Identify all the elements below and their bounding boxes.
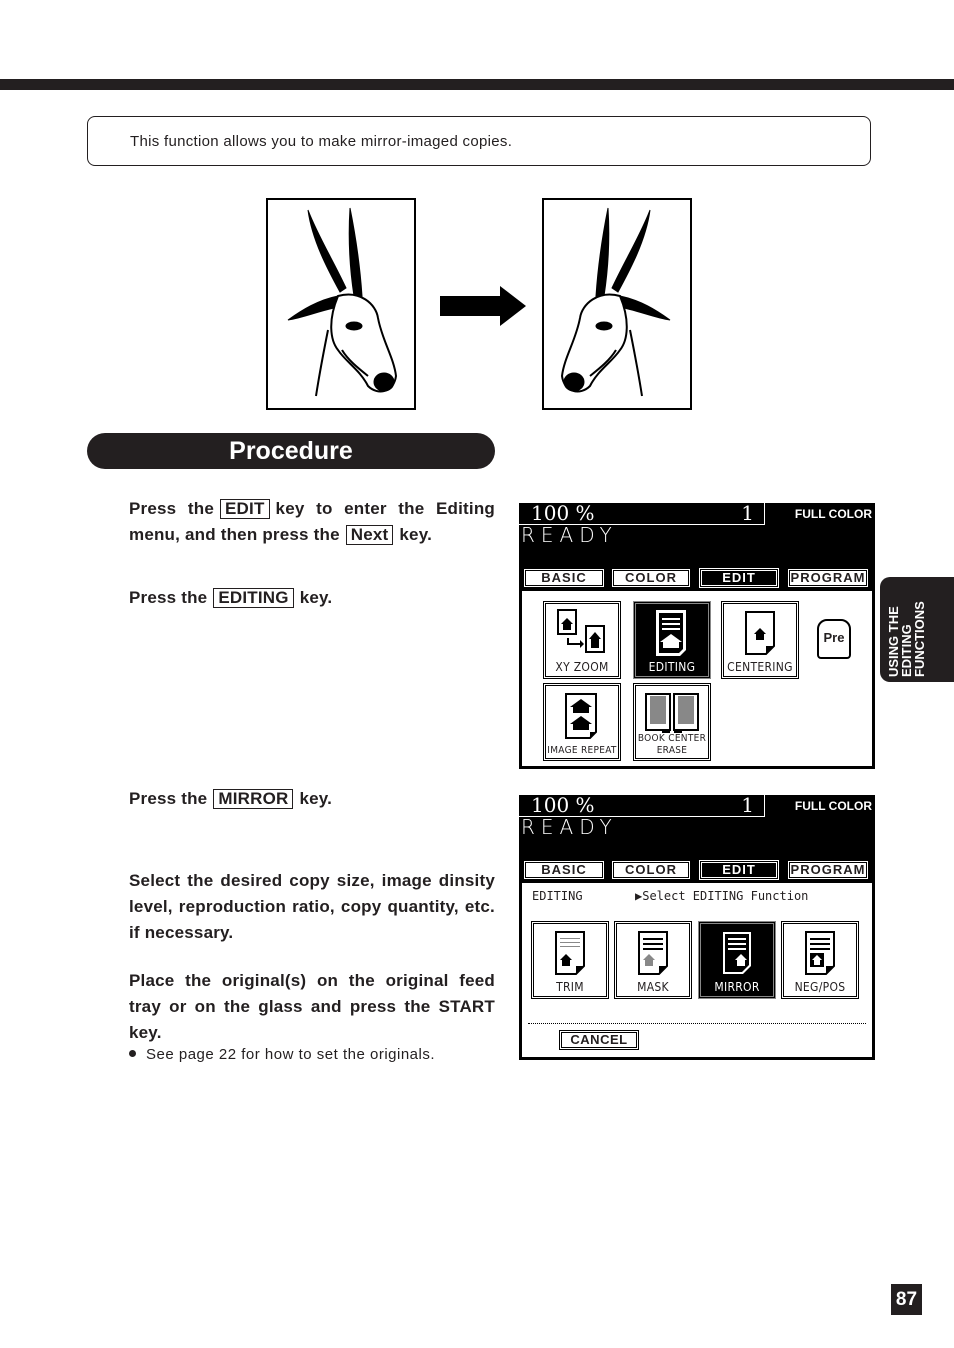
trim-button[interactable]: TRIM <box>531 921 609 999</box>
color-mode: FULL COLOR <box>794 799 872 813</box>
panel-tabs: BASIC COLOR EDIT PROGRAM <box>519 565 875 591</box>
section-label: EDITING <box>532 889 583 903</box>
prompt-text: ▶Select EDITING Function <box>635 889 809 903</box>
original-image <box>266 198 416 410</box>
header-rule <box>0 79 954 90</box>
tab-program[interactable]: PROGRAM <box>787 568 869 588</box>
quantity-display: 1 <box>741 501 754 525</box>
tab-basic[interactable]: BASIC <box>523 568 605 588</box>
panel-header: 100 % 1 FULL COLOR READY <box>519 501 875 565</box>
editing-icon <box>656 610 686 656</box>
status-ready: READY <box>521 523 618 547</box>
book-center-erase-button[interactable]: BOOK CENTER ERASE <box>633 683 711 761</box>
xy-zoom-icon <box>557 609 605 653</box>
edit-key: EDIT <box>220 499 270 519</box>
tab-program[interactable]: PROGRAM <box>787 860 869 880</box>
tab-edit[interactable]: EDIT <box>699 860 779 880</box>
trim-icon <box>555 931 585 975</box>
centering-button[interactable]: CENTERING <box>721 601 799 679</box>
step-4: Select the desired copy size, image dins… <box>129 871 495 942</box>
mirror-key: MIRROR <box>213 789 294 809</box>
editing-key: EDITING <box>213 588 294 608</box>
neg-pos-button[interactable]: NEG/POS <box>781 921 859 999</box>
ratio-display: 100 % <box>531 793 595 817</box>
panel-body: EDITING ▶Select EDITING Function TRIM MA… <box>519 883 875 1060</box>
arrow-right-icon <box>440 286 526 326</box>
book-icon <box>645 693 699 733</box>
neg-pos-icon <box>805 931 835 975</box>
page-number: 87 <box>891 1284 922 1315</box>
intro-text: This function allows you to make mirror-… <box>130 133 513 150</box>
mask-button[interactable]: MASK <box>614 921 692 999</box>
centering-icon <box>745 611 775 655</box>
antelope-head-mirrored-icon <box>560 207 671 397</box>
control-panel-editing-functions: 100 % 1 FULL COLOR READY BASIC COLOR EDI… <box>519 793 875 1060</box>
ratio-display: 100 % <box>531 501 595 525</box>
tab-color[interactable]: COLOR <box>611 860 691 880</box>
tab-color[interactable]: COLOR <box>611 568 691 588</box>
step-5: Place the original(s) on the original fe… <box>129 971 495 1042</box>
bullet-icon <box>129 1049 136 1057</box>
image-repeat-icon <box>565 693 597 739</box>
panel-header: 100 % 1 FULL COLOR READY <box>519 793 875 857</box>
divider <box>528 1023 866 1024</box>
chapter-tab: USING THE EDITING FUNCTIONS <box>880 577 954 682</box>
status-ready: READY <box>521 815 618 839</box>
step-1: Press the EDIT key to enter the Editing me… <box>129 499 495 545</box>
editing-button[interactable]: EDITING <box>633 601 711 679</box>
mirror-icon <box>723 932 751 974</box>
color-mode: FULL COLOR <box>794 507 872 521</box>
mask-icon <box>638 931 668 975</box>
preset-button[interactable]: Pre <box>817 619 851 659</box>
intro-box: This function allows you to make mirror-… <box>87 116 871 166</box>
panel-tabs: BASIC COLOR EDIT PROGRAM <box>519 857 875 883</box>
xy-zoom-button[interactable]: XY ZOOM <box>543 601 621 679</box>
note: See page 22 for how to set the originals… <box>129 1046 435 1063</box>
tab-basic[interactable]: BASIC <box>523 860 605 880</box>
mirrored-image <box>542 198 692 410</box>
antelope-head-icon <box>287 207 398 397</box>
image-repeat-button[interactable]: IMAGE REPEAT <box>543 683 621 761</box>
step-2: Press the EDITING key. <box>129 588 333 608</box>
next-key: Next <box>345 525 394 545</box>
quantity-display: 1 <box>741 793 754 817</box>
procedure-heading: Procedure <box>87 433 495 469</box>
mirror-button[interactable]: MIRROR <box>698 921 776 999</box>
cancel-button[interactable]: CANCEL <box>559 1030 639 1050</box>
panel-body: XY ZOOM EDITING CENTERING Pre IMAGE REPE… <box>519 591 875 769</box>
tab-edit[interactable]: EDIT <box>699 568 779 588</box>
control-panel-edit-menu: 100 % 1 FULL COLOR READY BASIC COLOR EDI… <box>519 501 875 769</box>
step-3: Press the MIRROR key. <box>129 789 333 809</box>
